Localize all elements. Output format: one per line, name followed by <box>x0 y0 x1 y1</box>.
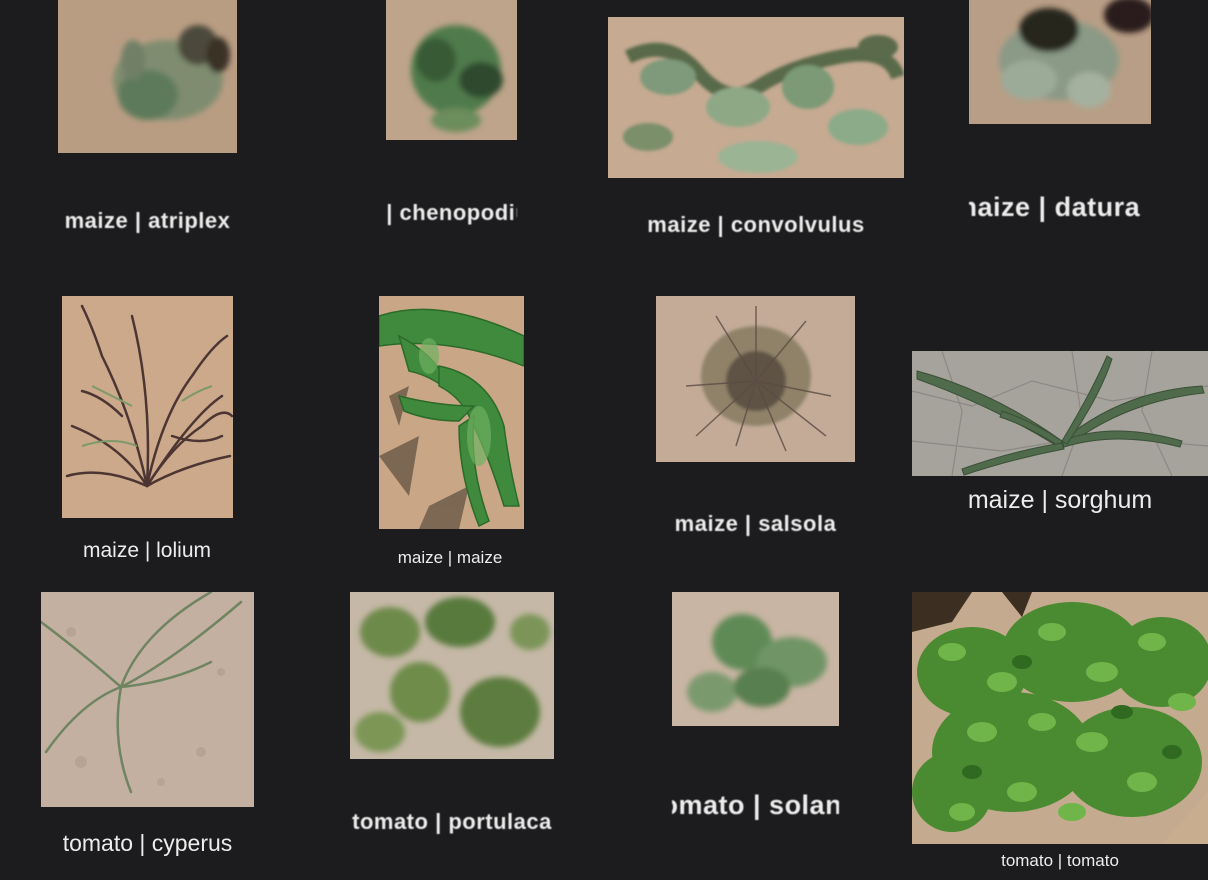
thumbnail-tomato-tomato[interactable] <box>912 592 1208 844</box>
label-maize-sorghum: maize | sorghum <box>967 486 1153 514</box>
thumbnail-maize-salsola[interactable] <box>656 296 855 462</box>
plant-image <box>608 17 904 178</box>
thumbnail-maize-convolvulus[interactable] <box>608 17 904 178</box>
thumbnail-tomato-cyperus[interactable] <box>41 592 254 807</box>
label-maize-salsola: maize | salsola <box>674 511 837 536</box>
plant-image <box>672 592 839 726</box>
plant-image <box>656 296 855 462</box>
label-tomato-tomato: tomato | tomato <box>1001 851 1119 870</box>
plant-image <box>969 0 1151 124</box>
thumbnail-maize-datura[interactable] <box>969 0 1151 124</box>
thumbnail-maize-lolium[interactable] <box>62 296 233 518</box>
plant-image <box>41 592 254 807</box>
plant-image <box>912 351 1208 476</box>
plant-image <box>350 592 554 759</box>
thumbnail-tomato-portulaca[interactable] <box>350 592 554 759</box>
plant-image <box>379 296 524 529</box>
thumbnail-maize-atriplex[interactable] <box>58 0 237 153</box>
thumbnail-maize-chenopodium[interactable] <box>386 0 517 140</box>
thumbnail-tomato-solanum[interactable] <box>672 592 839 726</box>
label-maize-maize: maize | maize <box>397 548 503 567</box>
label-maize-datura: maize | datura <box>969 192 1141 222</box>
label-maize-lolium: maize | lolium <box>83 539 211 562</box>
plant-image <box>912 592 1208 844</box>
label-tomato-solanum: tomato | solanum <box>672 790 839 820</box>
plant-image <box>386 0 517 140</box>
thumbnail-maize-sorghum[interactable] <box>912 351 1208 476</box>
label-maize-atriplex: maize | atriplex <box>64 208 231 233</box>
label-tomato-cyperus: tomato | cyperus <box>62 830 233 856</box>
plant-image <box>58 0 237 153</box>
label-maize-chenopodium: maize | chenopodium <box>386 200 517 225</box>
label-maize-convolvulus: maize | convolvulus <box>647 212 865 237</box>
thumbnail-maize-maize[interactable] <box>379 296 524 529</box>
label-tomato-portulaca: tomato | portulaca <box>352 809 552 834</box>
plant-image <box>62 296 233 518</box>
